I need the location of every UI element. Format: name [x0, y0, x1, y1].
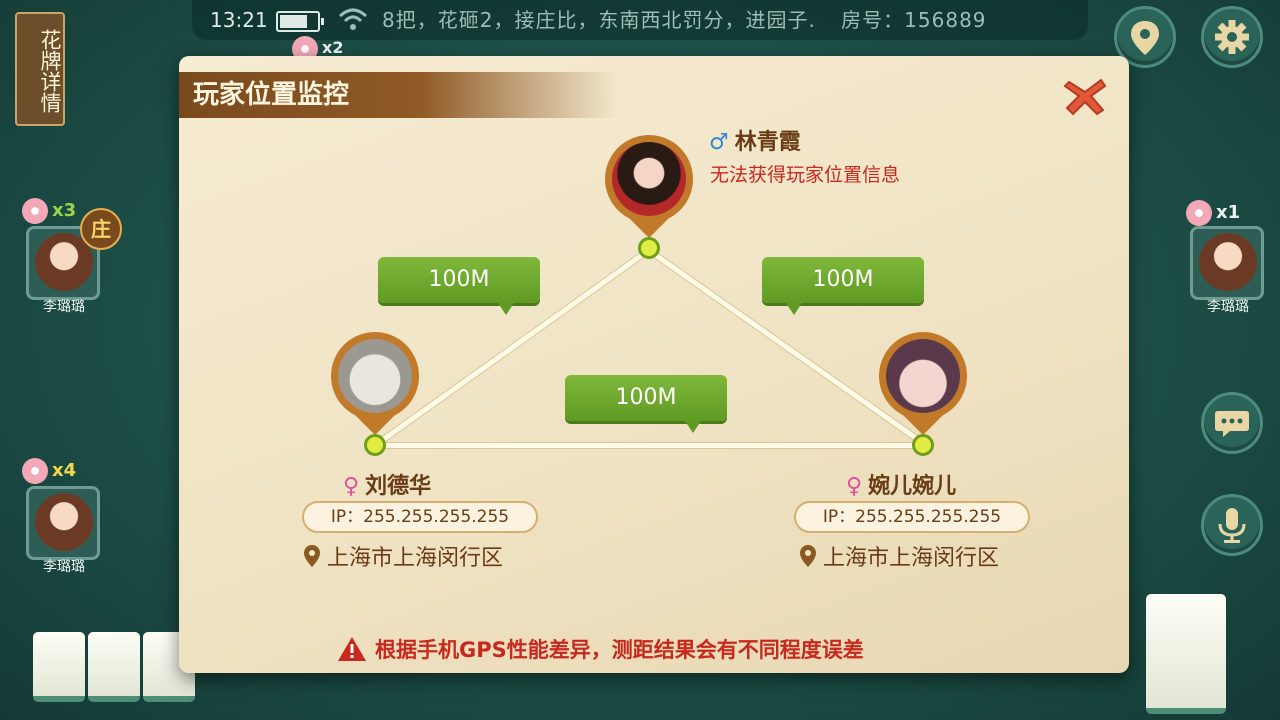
flower-info-label: 花牌详情 [38, 29, 62, 113]
game-rules: 8把，花砸2，接庄比，东南西北罚分，进园子. 房号：156889 [382, 0, 987, 40]
flower-count: x1 [1216, 202, 1241, 223]
player-name: 李璐璐 [1207, 299, 1249, 315]
dealer-badge: 庄 [80, 208, 122, 250]
room-number: 房号：156889 [841, 8, 987, 32]
map-pin-icon [879, 332, 967, 450]
dialog-title-bar: 玩家位置监控 [179, 72, 619, 118]
flower-count: x3 [52, 200, 77, 221]
warning-icon [338, 637, 366, 661]
flower-info-button[interactable]: 花牌详情 [15, 12, 65, 126]
microphone-icon [1218, 508, 1246, 543]
location-dot [638, 237, 660, 259]
gps-warning: 根据手机GPS性能差异，测距结果会有不同程度误差 [337, 634, 864, 664]
distance-line [375, 443, 923, 448]
avatar [1199, 233, 1257, 291]
flower-count: x4 [52, 460, 77, 481]
hand-tile[interactable] [88, 632, 140, 702]
location-icon [1131, 21, 1159, 55]
location-text: 上海市上海闵行区 [303, 540, 503, 572]
ip-address: IP：255.255.255.255 [302, 501, 538, 533]
avatar [35, 493, 93, 551]
hand-tile[interactable] [1146, 594, 1226, 714]
flower-icon [22, 458, 48, 484]
close-icon[interactable] [1059, 70, 1111, 122]
flower-count: x2 [322, 38, 344, 57]
distance-label: 100M [565, 375, 727, 433]
player-name: ♀ 刘德华 [343, 474, 432, 499]
location-status: 无法获得玩家位置信息 [710, 164, 901, 186]
location-dot [364, 434, 386, 456]
rules-text: 8把，花砸2，接庄比，东南西北罚分，进园子. [382, 8, 816, 32]
player-location-dialog: 玩家位置监控 100M 100M 100M ♂ 林青霞 无法获得玩家位置信息 ♀ 刘… [179, 56, 1129, 673]
map-pin-icon [331, 332, 419, 450]
chat-icon [1215, 411, 1249, 437]
flower-icon [1186, 200, 1212, 226]
female-icon: ♀ [343, 474, 360, 499]
location-dot [912, 434, 934, 456]
player-name: ♂ 林青霞 [709, 130, 801, 155]
avatar [338, 339, 412, 413]
flower-icon [22, 198, 48, 224]
male-icon: ♂ [709, 130, 729, 155]
distance-label: 100M [378, 257, 540, 315]
ip-address: IP：255.255.255.255 [794, 501, 1030, 533]
map-pin-icon [605, 135, 693, 253]
distance-label: 100M [762, 257, 924, 315]
voice-button[interactable] [1201, 494, 1263, 556]
player-name: 李璐璐 [43, 559, 85, 575]
female-icon: ♀ [846, 474, 863, 499]
avatar [612, 142, 686, 216]
settings-icon [1215, 20, 1249, 54]
dialog-title: 玩家位置监控 [193, 80, 350, 110]
wifi-icon [338, 8, 368, 30]
avatar [886, 339, 960, 413]
location-pin-icon [304, 545, 320, 567]
battery-icon [276, 11, 324, 32]
location-pin-icon [800, 545, 816, 567]
clock: 13:21 [210, 8, 268, 32]
player-seat-right[interactable] [1190, 226, 1264, 300]
chat-button[interactable] [1201, 392, 1263, 454]
location-text: 上海市上海闵行区 [799, 540, 999, 572]
hand-tile[interactable] [33, 632, 85, 702]
player-seat-left-lower[interactable] [26, 486, 100, 560]
settings-button[interactable] [1201, 6, 1263, 68]
player-name: 李璐璐 [43, 299, 85, 315]
player-name: ♀ 婉儿婉儿 [846, 474, 957, 499]
status-bar: 13:21 8把，花砸2，接庄比，东南西北罚分，进园子. 房号：156889 [192, 0, 1088, 40]
